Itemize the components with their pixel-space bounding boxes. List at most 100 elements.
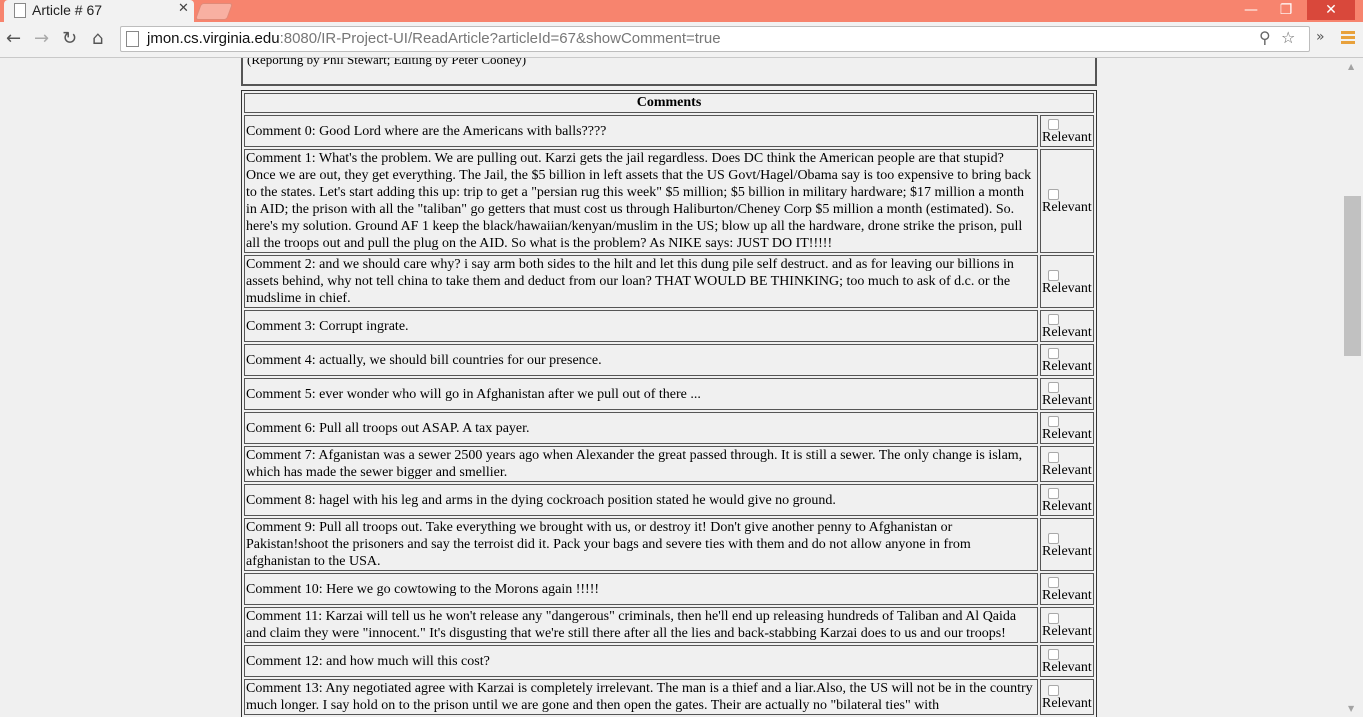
relevant-label: Relevant [1042,660,1092,675]
relevant-cell: Relevant [1040,344,1094,376]
relevant-label: Relevant [1042,280,1092,296]
relevant-label: Relevant [1042,588,1092,603]
relevant-cell: Relevant [1040,412,1094,444]
comment-row: Comment 9: Pull all troops out. Take eve… [244,518,1094,571]
comment-text: Comment 5: ever wonder who will go in Af… [244,378,1038,410]
comment-row: Comment 10: Here we go cowtowing to the … [244,573,1094,605]
relevant-cell: Relevant [1040,518,1094,571]
relevant-checkbox[interactable] [1048,685,1059,696]
comment-row: Comment 2: and we should care why? i say… [244,255,1094,308]
relevant-checkbox[interactable] [1048,613,1059,624]
page-viewport: (Reporting by Phil Stewart; Editing by P… [0,58,1343,717]
new-tab-button[interactable] [194,3,234,20]
relevant-label: Relevant [1042,543,1092,559]
relevant-checkbox[interactable] [1048,532,1059,544]
comment-rows: Comment 0: Good Lord where are the Ameri… [244,115,1094,715]
minimize-button[interactable]: — [1231,0,1271,20]
comment-row: Comment 8: hagel with his leg and arms i… [244,484,1094,516]
relevant-label: Relevant [1042,499,1092,514]
relevant-cell: Relevant [1040,115,1094,147]
extensions-chevron-icon[interactable]: » [1316,29,1325,45]
comments-table: Comments Comment 0: Good Lord where are … [241,90,1097,717]
comment-text: Comment 11: Karzai will tell us he won't… [244,607,1038,643]
relevant-checkbox[interactable] [1048,348,1059,359]
bookmark-star-icon[interactable]: ☆ [1281,28,1295,47]
comment-row: Comment 13: Any negotiated agree with Ka… [244,679,1094,715]
comment-text: Comment 1: What's the problem. We are pu… [244,149,1038,253]
relevant-checkbox[interactable] [1048,416,1059,427]
url-path: :8080/IR-Project-UI/ReadArticle?articleI… [279,30,721,47]
browser-toolbar: ← → ↻ ⌂ jmon.cs.virginia.edu:8080/IR-Pro… [0,22,1363,58]
comment-text: Comment 3: Corrupt ingrate. [244,310,1038,342]
browser-titlebar: Article # 67 ✕ — ❐ ✕ [0,0,1363,22]
relevant-cell: Relevant [1040,679,1094,715]
relevant-label: Relevant [1042,393,1092,408]
relevant-checkbox[interactable] [1048,488,1059,499]
comment-row: Comment 1: What's the problem. We are pu… [244,149,1094,253]
relevant-checkbox[interactable] [1048,577,1059,588]
relevant-checkbox[interactable] [1048,189,1059,200]
relevant-cell: Relevant [1040,573,1094,605]
article-body-box: (Reporting by Phil Stewart; Editing by P… [241,58,1097,86]
scroll-down-icon[interactable]: ▼ [1348,704,1354,713]
comment-row: Comment 7: Afganistan was a sewer 2500 y… [244,446,1094,482]
article-credit-text: (Reporting by Phil Stewart; Editing by P… [247,58,527,67]
relevant-cell: Relevant [1040,255,1094,308]
reload-icon[interactable]: ↻ [62,28,77,49]
article-content: (Reporting by Phil Stewart; Editing by P… [241,58,1097,717]
home-icon[interactable]: ⌂ [92,28,103,49]
comment-text: Comment 8: hagel with his leg and arms i… [244,484,1038,516]
relevant-cell: Relevant [1040,378,1094,410]
relevant-label: Relevant [1042,427,1092,442]
address-bar[interactable]: jmon.cs.virginia.edu:8080/IR-Project-UI/… [120,26,1310,52]
relevant-cell: Relevant [1040,446,1094,482]
comment-text: Comment 12: and how much will this cost? [244,645,1038,677]
comment-text: Comment 0: Good Lord where are the Ameri… [244,115,1038,147]
url-host: jmon.cs.virginia.edu [147,30,280,47]
relevant-checkbox[interactable] [1048,269,1059,281]
address-url[interactable]: jmon.cs.virginia.edu:8080/IR-Project-UI/… [147,30,721,47]
comment-row: Comment 11: Karzai will tell us he won't… [244,607,1094,643]
relevant-checkbox[interactable] [1048,382,1059,393]
comment-text: Comment 9: Pull all troops out. Take eve… [244,518,1038,571]
relevant-label: Relevant [1042,200,1092,215]
relevant-label: Relevant [1042,325,1092,340]
relevant-cell: Relevant [1040,484,1094,516]
relevant-cell: Relevant [1040,607,1094,643]
relevant-label: Relevant [1042,130,1092,145]
relevant-checkbox[interactable] [1048,452,1059,463]
comments-header: Comments [244,93,1094,113]
comment-text: Comment 2: and we should care why? i say… [244,255,1038,308]
comment-row: Comment 4: actually, we should bill coun… [244,344,1094,376]
close-window-button[interactable]: ✕ [1307,0,1355,20]
comment-text: Comment 13: Any negotiated agree with Ka… [244,679,1038,715]
relevant-cell: Relevant [1040,310,1094,342]
search-icon[interactable]: ⚲ [1259,28,1271,47]
comment-row: Comment 12: and how much will this cost?… [244,645,1094,677]
relevant-checkbox[interactable] [1048,649,1059,660]
relevant-label: Relevant [1042,463,1092,478]
browser-tab[interactable]: Article # 67 ✕ [4,0,194,22]
relevant-label: Relevant [1042,624,1092,639]
page-icon [126,31,139,47]
scrollbar-thumb[interactable] [1344,196,1361,356]
comment-text: Comment 4: actually, we should bill coun… [244,344,1038,376]
scroll-up-icon[interactable]: ▲ [1348,62,1354,71]
back-icon[interactable]: ← [6,28,21,49]
relevant-label: Relevant [1042,696,1092,711]
tab-close-icon[interactable]: ✕ [178,1,189,16]
relevant-cell: Relevant [1040,149,1094,253]
comment-row: Comment 0: Good Lord where are the Ameri… [244,115,1094,147]
comment-text: Comment 7: Afganistan was a sewer 2500 y… [244,446,1038,482]
restore-button[interactable]: ❐ [1266,0,1306,20]
page-scrollbar[interactable]: ▲ ▼ [1343,58,1363,717]
forward-icon[interactable]: → [34,28,49,49]
comment-row: Comment 5: ever wonder who will go in Af… [244,378,1094,410]
page-favicon-icon [14,3,26,18]
comment-row: Comment 6: Pull all troops out ASAP. A t… [244,412,1094,444]
comment-text: Comment 6: Pull all troops out ASAP. A t… [244,412,1038,444]
relevant-checkbox[interactable] [1048,119,1059,130]
menu-icon[interactable] [1341,31,1355,46]
relevant-checkbox[interactable] [1048,314,1059,325]
relevant-cell: Relevant [1040,645,1094,677]
